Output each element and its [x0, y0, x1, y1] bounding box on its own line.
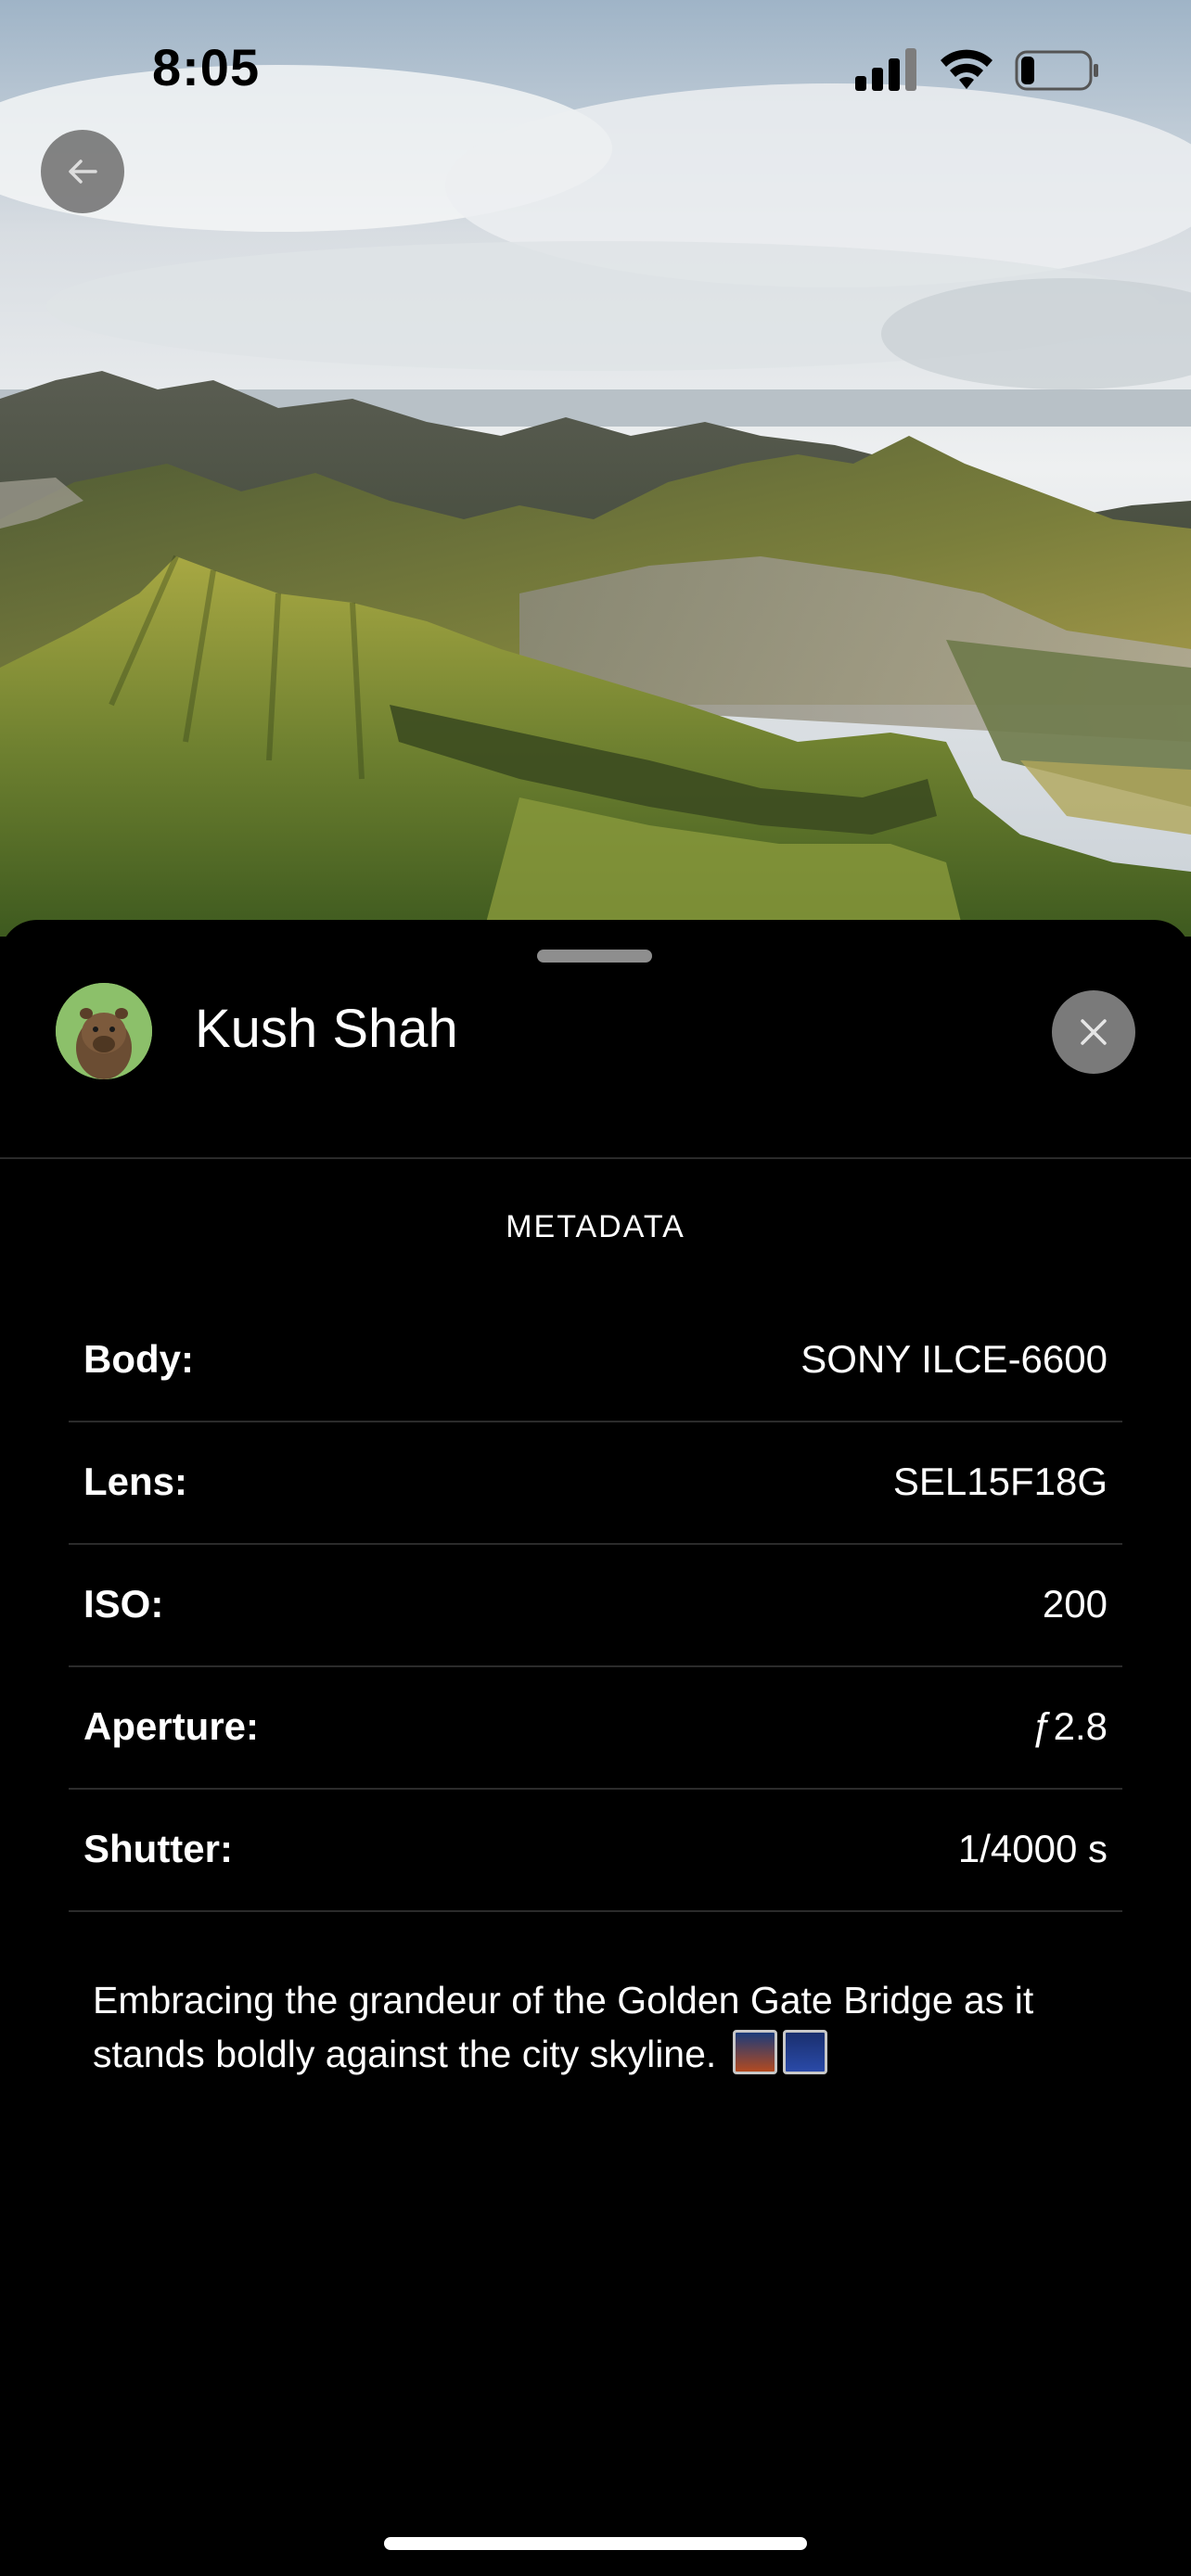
metadata-row-body: Body: SONY ILCE-6600	[69, 1300, 1122, 1422]
metadata-value: 200	[1042, 1582, 1108, 1626]
photo-caption: Embracing the grandeur of the Golden Gat…	[93, 1973, 1113, 2081]
bridge-at-night-emoji-icon	[732, 2030, 777, 2074]
header-divider	[0, 1157, 1191, 1159]
metadata-row-iso: ISO: 200	[69, 1545, 1122, 1667]
metadata-label: Aperture:	[83, 1704, 260, 1748]
metadata-value: 1/4000 s	[957, 1827, 1108, 1870]
arrow-left-icon	[69, 159, 97, 184]
avatar[interactable]	[56, 983, 152, 1079]
caption-line-1: Embracing the grandeur of the Golden Gat…	[93, 1979, 1034, 2021]
metadata-row-shutter: Shutter: 1/4000 s	[69, 1790, 1122, 1912]
back-button[interactable]	[41, 130, 124, 213]
status-bar: 8:05	[0, 0, 1191, 139]
home-indicator[interactable]	[384, 2537, 807, 2550]
metadata-value: SEL15F18G	[892, 1460, 1108, 1503]
capybara-avatar	[56, 983, 152, 1079]
cellular-signal-icon	[855, 48, 916, 91]
metadata-label: Body:	[83, 1337, 194, 1381]
caption-line-2: stands boldly against the city skyline.	[93, 2033, 717, 2075]
metadata-row-aperture: Aperture: ƒ2.8	[69, 1667, 1122, 1790]
metadata-label: ISO:	[83, 1582, 164, 1626]
wifi-icon	[941, 49, 992, 89]
status-time: 8:05	[152, 38, 261, 96]
close-button[interactable]	[1052, 990, 1135, 1074]
battery-low-icon	[1015, 50, 1098, 91]
metadata-sheet: Kush Shah METADATA Body: SONY ILCE-6600 …	[0, 920, 1191, 2576]
metadata-list: Body: SONY ILCE-6600 Lens: SEL15F18G ISO…	[69, 1300, 1122, 1912]
metadata-value: SONY ILCE-6600	[800, 1337, 1108, 1381]
landscape-photo	[0, 0, 1191, 937]
section-title: METADATA	[506, 1209, 685, 1244]
night-with-stars-emoji-icon	[782, 2030, 827, 2074]
metadata-label: Shutter:	[83, 1827, 233, 1870]
user-name[interactable]: Kush Shah	[195, 998, 458, 1060]
close-icon	[1081, 1019, 1107, 1045]
sheet-grabber[interactable]	[537, 950, 652, 963]
metadata-label: Lens:	[83, 1460, 188, 1503]
metadata-row-lens: Lens: SEL15F18G	[69, 1422, 1122, 1545]
metadata-value: ƒ2.8	[1031, 1704, 1108, 1748]
